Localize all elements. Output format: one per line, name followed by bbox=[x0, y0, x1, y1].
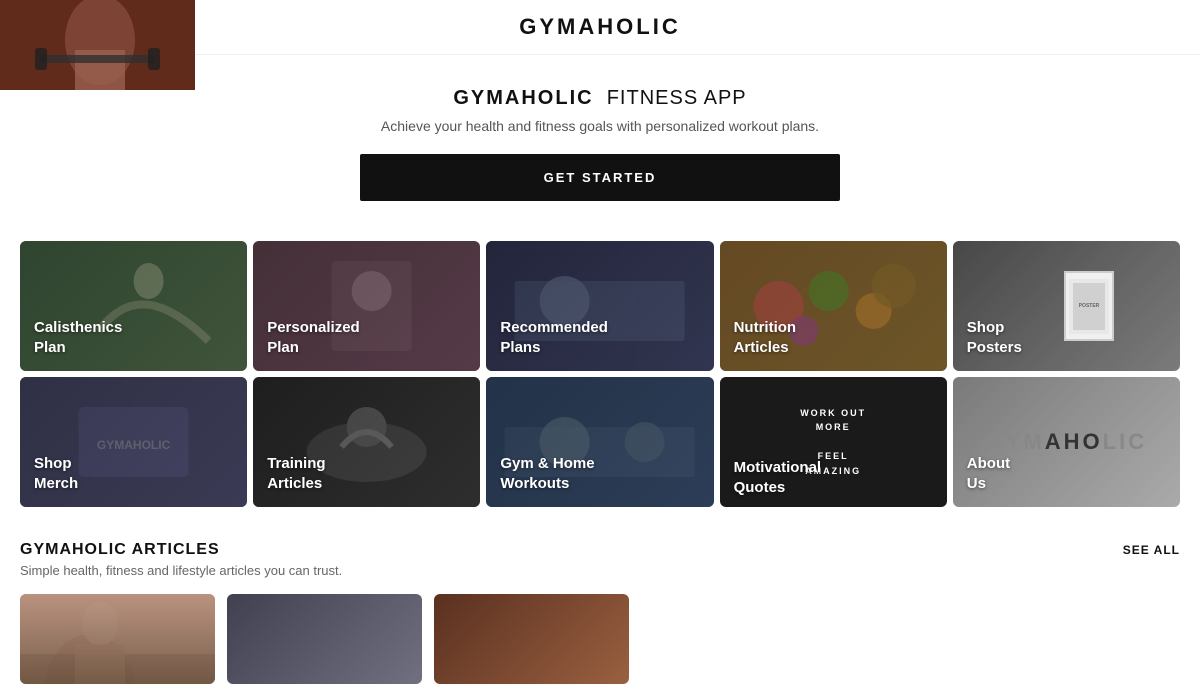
grid-item-recommended[interactable]: RecommendedPlans bbox=[486, 241, 713, 371]
gymaholic-watermark: GYMAHOLIC bbox=[986, 429, 1147, 455]
grid-label-recommended: RecommendedPlans bbox=[500, 318, 608, 357]
grid-label-aboutus: AboutUs bbox=[967, 454, 1010, 493]
grid-label-calisthenics: CalisthenicsPlan bbox=[34, 318, 122, 357]
category-grid: CalisthenicsPlan PersonalizedPlan Recomm… bbox=[0, 221, 1200, 517]
hero-title: GYMAHOLIC FITNESS APP bbox=[20, 87, 1180, 110]
get-started-button[interactable]: GET STARTED bbox=[360, 154, 840, 201]
grid-label-nutrition: NutritionArticles bbox=[734, 318, 796, 357]
articles-header: GYMAHOLIC ARTICLES SEE ALL bbox=[20, 541, 1180, 559]
grid-label-shopmerch: ShopMerch bbox=[34, 454, 78, 493]
grid-container: CalisthenicsPlan PersonalizedPlan Recomm… bbox=[20, 241, 1180, 507]
articles-section: GYMAHOLIC ARTICLES SEE ALL Simple health… bbox=[0, 517, 1200, 694]
hero-tagline: FITNESS APP bbox=[607, 87, 747, 109]
articles-section-title: GYMAHOLIC ARTICLES bbox=[20, 541, 220, 559]
grid-item-nutrition[interactable]: NutritionArticles bbox=[720, 241, 947, 371]
grid-item-calisthenics[interactable]: CalisthenicsPlan bbox=[20, 241, 247, 371]
article-card-3[interactable] bbox=[434, 594, 629, 684]
grid-label-posters: ShopPosters bbox=[967, 318, 1022, 357]
svg-text:GYMAHOLIC: GYMAHOLIC bbox=[97, 438, 171, 452]
grid-item-motivational[interactable]: WORK OUTMOREFEELAMAZING MotivationalQuot… bbox=[720, 377, 947, 507]
grid-label-personalized: PersonalizedPlan bbox=[267, 318, 360, 357]
see-all-button[interactable]: SEE ALL bbox=[1123, 543, 1180, 557]
grid-label-training: TrainingArticles bbox=[267, 454, 325, 493]
grid-item-posters[interactable]: POSTER ShopPosters bbox=[953, 241, 1180, 371]
article-card-1[interactable] bbox=[20, 594, 215, 684]
hero-subtitle: Achieve your health and fitness goals wi… bbox=[20, 118, 1180, 134]
grid-item-gymhome[interactable]: Gym & HomeWorkouts bbox=[486, 377, 713, 507]
articles-row bbox=[20, 594, 1180, 684]
grid-item-aboutus[interactable]: GYMAHOLIC AboutUs bbox=[953, 377, 1180, 507]
svg-text:POSTER: POSTER bbox=[1079, 303, 1100, 309]
grid-item-training[interactable]: TrainingArticles bbox=[253, 377, 480, 507]
grid-label-motivational: MotivationalQuotes bbox=[734, 458, 822, 497]
grid-item-shopmerch[interactable]: GYMAHOLIC ShopMerch bbox=[20, 377, 247, 507]
grid-item-personalized[interactable]: PersonalizedPlan bbox=[253, 241, 480, 371]
articles-subtitle: Simple health, fitness and lifestyle art… bbox=[20, 563, 1180, 578]
article-card-2[interactable] bbox=[227, 594, 422, 684]
poster-frame: POSTER bbox=[1064, 271, 1114, 341]
header-logo: GYMAHOLIC bbox=[519, 14, 680, 40]
grid-label-gymhome: Gym & HomeWorkouts bbox=[500, 454, 594, 493]
hero-brand: GYMAHOLIC bbox=[453, 87, 593, 109]
